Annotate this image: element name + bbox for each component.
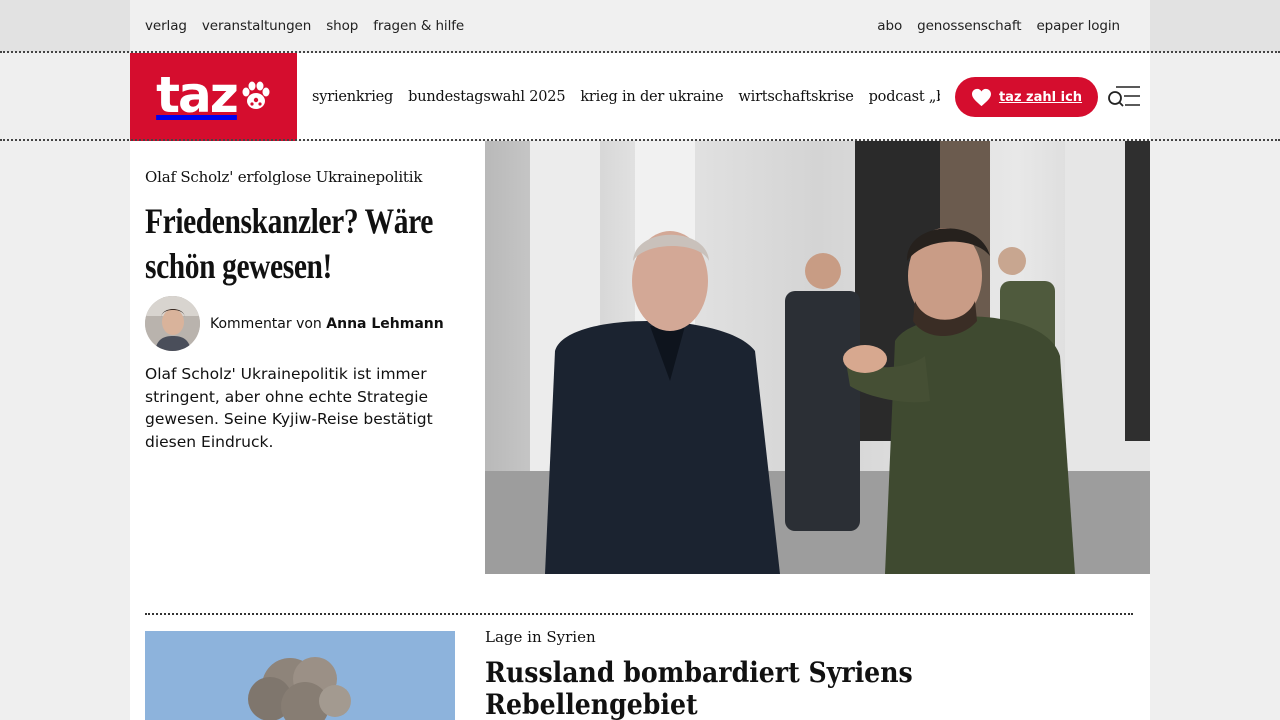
main-content: Olaf Scholz' erfolglose Ukrainepolitik F… — [130, 141, 1150, 720]
second-article-kicker[interactable]: Lage in Syrien — [485, 628, 596, 646]
util-link-abo[interactable]: abo — [877, 18, 902, 34]
util-link-shop[interactable]: shop — [326, 18, 358, 34]
article-kicker[interactable]: Olaf Scholz' erfolglose Ukrainepolitik — [145, 168, 422, 186]
taz-logo[interactable]: taz — [130, 53, 297, 141]
author-row: Kommentar von Anna Lehmann — [145, 296, 444, 351]
section-divider — [145, 613, 1133, 615]
nav-item-wirtschaftskrise[interactable]: wirtschaftskrise — [738, 89, 853, 105]
hero-photo — [485, 141, 1150, 574]
author-name[interactable]: Anna Lehmann — [326, 316, 443, 332]
byline: Kommentar von Anna Lehmann — [210, 316, 444, 332]
second-article-headline[interactable]: Russland bombardiert Syriens Rebellengeb… — [485, 657, 989, 720]
second-article-image[interactable] — [145, 631, 455, 720]
util-link-fragen-hilfe[interactable]: fragen & hilfe — [373, 18, 464, 34]
util-link-verlag[interactable]: verlag — [145, 18, 187, 34]
heart-icon — [971, 88, 991, 106]
utility-nav-left: verlag veranstaltungen shop fragen & hil… — [145, 0, 479, 52]
nav-item-ukraine[interactable]: krieg in der ukraine — [580, 89, 723, 105]
smoke-photo — [145, 631, 455, 720]
logo-text: taz — [156, 66, 239, 124]
paw-icon — [242, 81, 270, 109]
author-portrait — [145, 296, 200, 351]
avatar[interactable] — [145, 296, 200, 351]
support-label: taz zahl ich — [998, 89, 1083, 105]
utility-nav: verlag veranstaltungen shop fragen & hil… — [130, 0, 1150, 52]
util-link-genossenschaft[interactable]: genossenschaft — [917, 18, 1021, 34]
article-headline[interactable]: Friedenskanzler? Wäre schön gewesen! — [145, 199, 465, 289]
util-link-veranstaltungen[interactable]: veranstaltungen — [202, 18, 311, 34]
util-link-epaper-login[interactable]: epaper login — [1036, 18, 1120, 34]
nav-item-syrienkrieg[interactable]: syrienkrieg — [312, 89, 393, 105]
nav-item-bundestagswahl[interactable]: bundestagswahl 2025 — [408, 89, 565, 105]
utility-nav-right: abo genossenschaft epaper login — [862, 0, 1120, 52]
site-header: taz syrienkrieg bundestagswahl 2025 krie… — [130, 53, 1150, 141]
byline-prefix: Kommentar von — [210, 315, 322, 332]
lead-article-image[interactable] — [485, 141, 1150, 574]
search-menu-icon[interactable] — [1107, 83, 1141, 109]
taz-zahl-ich-button[interactable]: taz zahl ich — [955, 77, 1098, 117]
main-nav: syrienkrieg bundestagswahl 2025 krieg in… — [312, 53, 940, 140]
article-teaser[interactable]: Olaf Scholz' Ukrainepolitik ist immer st… — [145, 363, 450, 453]
nav-item-podcast[interactable]: podcast „bundestalk“ — [869, 89, 940, 105]
